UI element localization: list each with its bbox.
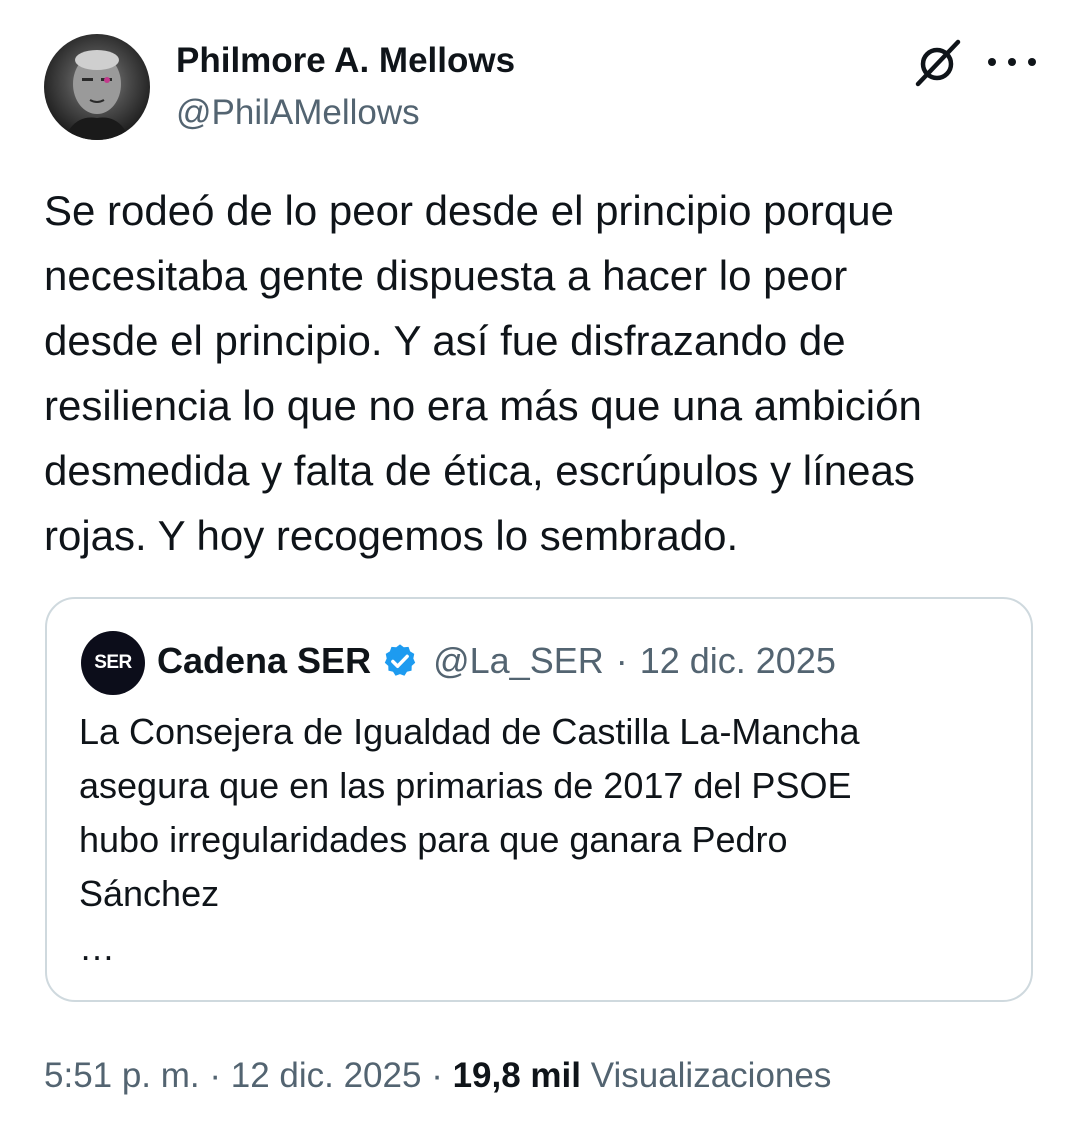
tweet-text: Se rodeó de lo peor desde el principio p… [44,187,922,559]
quoted-author-name[interactable]: Cadena SER [157,639,371,683]
quoted-tweet-text: La Consejera de Igualdad de Castilla La-… [79,711,860,968]
quoted-separator: · [615,640,628,681]
verified-badge-icon [384,644,416,676]
quoted-avatar-logo: SER [94,652,132,673]
more-dot [1028,58,1036,66]
views-count[interactable]: 19,8 mil [453,1056,581,1095]
more-dot [988,58,996,66]
quoted-avatar[interactable]: SER [81,631,145,695]
quoted-date[interactable]: 12 dic. 2025 [640,639,836,683]
quoted-tweet-header: Cadena SER @La_SER · 12 dic. 2025 [157,639,836,683]
author-handle[interactable]: @PhilAMellows [176,92,420,134]
tweet-meta: 5:51 p. m. · 12 dic. 2025 · 19,8 mil Vis… [44,1054,831,1098]
views-label[interactable]: Visualizaciones [591,1056,832,1095]
tweet-date[interactable]: 12 dic. 2025 [231,1056,422,1095]
author-avatar[interactable] [44,34,150,140]
tweet-time[interactable]: 5:51 p. m. [44,1056,200,1095]
more-options-icon[interactable] [988,48,1036,76]
quoted-tweet-card[interactable]: SER Cadena SER @La_SER · 12 dic. 2025 La… [45,597,1033,1002]
grok-icon[interactable] [910,38,966,88]
quoted-author-handle[interactable]: @La_SER [433,639,604,683]
author-display-name[interactable]: Philmore A. Mellows [176,40,515,82]
more-dot [1008,58,1016,66]
meta-separator: · [199,1056,231,1095]
meta-separator: · [421,1056,453,1095]
